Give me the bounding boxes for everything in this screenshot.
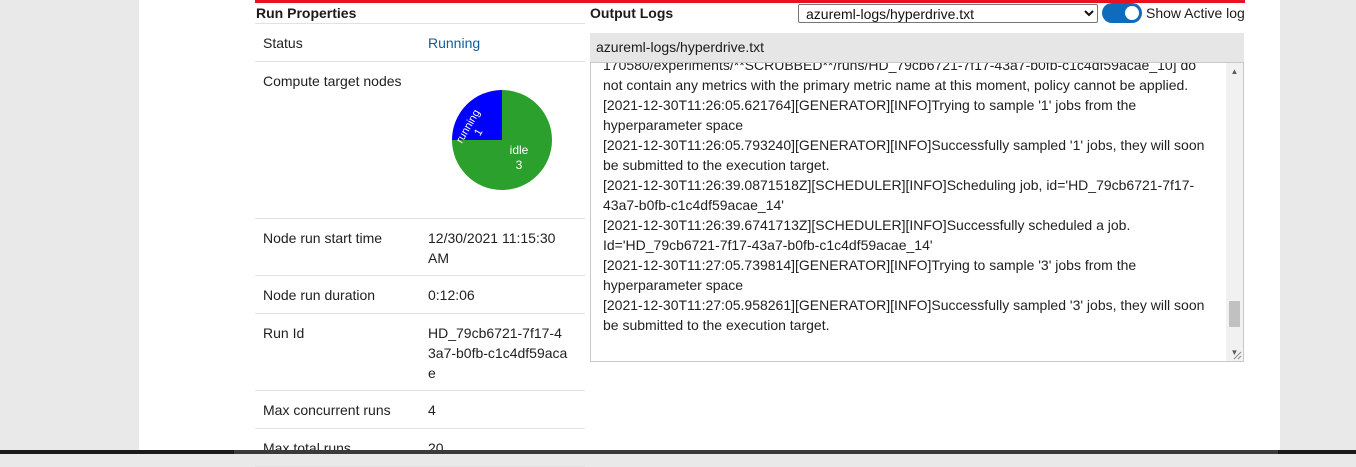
run-properties-table: Status Running Compute target nodes runn… — [255, 23, 585, 467]
property-row-max-total-runs: Max total runs 20 — [255, 429, 585, 467]
pie-count-idle: 3 — [516, 158, 523, 172]
status-link[interactable]: Running — [428, 33, 578, 53]
run-properties-title: Run Properties — [256, 5, 357, 21]
output-logs-title: Output Logs — [590, 5, 674, 21]
property-row-node-run-duration: Node run duration 0:12:06 — [255, 276, 585, 314]
resize-grip-icon[interactable] — [1232, 350, 1242, 360]
property-label: Node run start time — [263, 230, 383, 246]
property-label: Status — [263, 35, 303, 51]
property-label: Node run duration — [263, 287, 376, 303]
pie-label-idle: idle — [510, 143, 529, 157]
show-active-log-toggle[interactable] — [1102, 3, 1142, 23]
property-value: 0:12:06 — [428, 287, 475, 303]
horizontal-scrollbar-thumb[interactable] — [234, 450, 1278, 454]
property-label: Run Id — [263, 325, 305, 341]
log-file-dropdown[interactable]: azureml-logs/hyperdrive.txt — [798, 4, 1098, 23]
log-scrollbar[interactable]: ▲ ▼ — [1226, 63, 1243, 361]
property-row-node-run-start-time: Node run start time 12/30/2021 11:15:30 … — [255, 219, 585, 276]
property-row-compute-target-nodes: Compute target nodes running 1 idle 3 — [255, 62, 585, 219]
horizontal-scrollbar[interactable] — [0, 450, 1356, 454]
property-value: 20 — [428, 440, 444, 456]
property-value: 4 — [428, 402, 436, 418]
property-value: HD_79cb6721-7f17-43a7-b0fb-c1c4df59acae — [428, 325, 568, 381]
status-accent-bar — [255, 0, 1245, 3]
log-textarea[interactable]: 170580/experiments/**SCRUBBED**/runs/HD_… — [590, 62, 1244, 362]
scrollbar-thumb[interactable] — [1229, 301, 1240, 327]
log-file-header: azureml-logs/hyperdrive.txt — [590, 33, 1244, 62]
scroll-up-arrow-icon[interactable]: ▲ — [1226, 63, 1243, 80]
property-label: Max total runs — [263, 440, 351, 456]
show-active-log-label: Show Active log — [1146, 5, 1245, 21]
property-label: Max concurrent runs — [263, 402, 391, 418]
toggle-knob — [1125, 6, 1139, 20]
property-row-max-concurrent-runs: Max concurrent runs 4 — [255, 391, 585, 429]
property-value: 12/30/2021 11:15:30 AM — [428, 230, 556, 266]
compute-nodes-pie-chart: running 1 idle 3 — [452, 90, 552, 190]
property-row-run-id: Run Id HD_79cb6721-7f17-43a7-b0fb-c1c4df… — [255, 314, 585, 391]
property-label: Compute target nodes — [263, 73, 402, 89]
property-row-status: Status Running — [255, 24, 585, 62]
log-content: 170580/experiments/**SCRUBBED**/runs/HD_… — [603, 62, 1205, 333]
